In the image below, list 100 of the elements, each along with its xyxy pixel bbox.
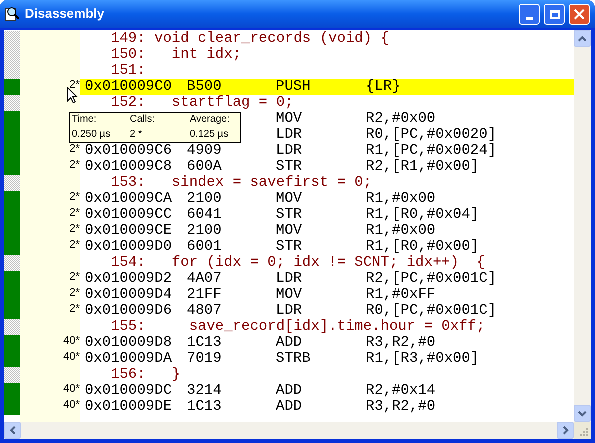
mnemonic: LDR (276, 271, 302, 287)
source-line: 156: } (111, 367, 181, 383)
opcode: 4A07 (187, 271, 222, 287)
operands: R1,#0xFF (366, 287, 436, 303)
scroll-left-button[interactable] (4, 422, 21, 439)
mnemonic: ADD (276, 335, 302, 351)
mnemonic: ADD (276, 383, 302, 399)
execution-count: 40* (63, 351, 80, 363)
minimize-button[interactable] (519, 4, 540, 24)
scroll-down-button[interactable] (574, 405, 591, 422)
execution-count: 2* (70, 223, 80, 235)
source-line: 154: for (idx = 0; idx != SCNT; idx++) { (111, 255, 486, 271)
scroll-up-button[interactable] (574, 30, 591, 47)
close-button[interactable] (569, 4, 590, 24)
coverage-bar (4, 239, 20, 255)
coverage-bar (4, 159, 20, 175)
operands: R3,R2,#0 (366, 335, 436, 351)
tooltip-value: 0.125 µs (190, 128, 230, 142)
mnemonic: ADD (276, 399, 302, 415)
execution-count: 2* (70, 239, 80, 251)
execution-count: 2* (70, 207, 80, 219)
operands: R3,R2,#0 (366, 399, 436, 415)
mnemonic: MOV (276, 111, 302, 127)
execution-count: 40* (63, 335, 80, 347)
tooltip-label: Calls: (130, 113, 156, 127)
operands: R0,[PC,#0x0020] (366, 127, 497, 143)
scroll-right-button[interactable] (557, 422, 574, 439)
operands: R1,[R3,#0x00] (366, 351, 480, 367)
address: 0x010009DA (85, 351, 172, 367)
opcode: 4909 (187, 143, 222, 159)
address: 0x010009D4 (85, 287, 172, 303)
operands: R1,#0x00 (366, 223, 436, 239)
coverage-bar (4, 191, 20, 207)
mnemonic: STRB (276, 351, 311, 367)
operands: R1,[R0,#0x00] (366, 239, 480, 255)
execution-count: 40* (63, 383, 80, 395)
tooltip-value: 2 * (130, 128, 144, 142)
opcode: 6001 (187, 239, 222, 255)
opcode: B500 (187, 79, 222, 95)
address: 0x010009C6 (85, 143, 172, 159)
address: 0x010009C0 (85, 79, 172, 95)
coverage-gap (4, 319, 20, 335)
window-title: Disassembly (25, 5, 106, 24)
opcode: 2100 (187, 223, 222, 239)
address: 0x010009D6 (85, 303, 172, 319)
opcode: 600A (187, 159, 222, 175)
opcode: 2100 (187, 191, 222, 207)
operands: R2,[R1,#0x00] (366, 159, 480, 175)
operands: R2,#0x00 (366, 111, 436, 127)
coverage-bar (4, 383, 20, 399)
vertical-scrollbar[interactable] (574, 30, 591, 422)
coverage-bar (4, 335, 20, 351)
execution-count: 2* (70, 303, 80, 315)
horizontal-scrollbar[interactable] (4, 422, 574, 439)
opcode: 3214 (187, 383, 222, 399)
opcode: 21FF (187, 287, 222, 303)
caret-up-icon (578, 36, 587, 42)
execution-count: 2* (70, 287, 80, 299)
execution-count: 2* (70, 159, 80, 171)
opcode: 7019 (187, 351, 222, 367)
address: 0x010009DE (85, 399, 172, 415)
coverage-gap (4, 31, 20, 47)
source-line: 151: (111, 63, 146, 79)
coverage-gap (4, 175, 20, 191)
execution-count: 40* (63, 399, 80, 411)
resize-grip-icon[interactable] (579, 427, 589, 437)
address: 0x010009CA (85, 191, 172, 207)
close-icon (574, 8, 585, 20)
coverage-bar (4, 79, 20, 95)
coverage-bar (4, 399, 20, 415)
coverage-gap (4, 367, 20, 383)
execution-count: 2* (70, 271, 80, 283)
caret-right-icon (562, 426, 568, 435)
mnemonic: MOV (276, 191, 302, 207)
address: 0x010009D0 (85, 239, 172, 255)
opcode: 4807 (187, 303, 222, 319)
mnemonic: MOV (276, 223, 302, 239)
coverage-bar (4, 303, 20, 319)
source-line: 150: int idx; (111, 47, 242, 63)
mnemonic: LDR (276, 127, 302, 143)
mnemonic: LDR (276, 303, 302, 319)
mnemonic: MOV (276, 287, 302, 303)
operands: R1,[PC,#0x0024] (366, 143, 497, 159)
mnemonic: PUSH (276, 79, 311, 95)
address: 0x010009D8 (85, 335, 172, 351)
opcode: 6041 (187, 207, 222, 223)
coverage-bar (4, 271, 20, 287)
tooltip-label: Average: (190, 113, 231, 127)
address: 0x010009C8 (85, 159, 172, 175)
opcode: 1C13 (187, 399, 222, 415)
coverage-gap (4, 255, 20, 271)
execution-count: 2* (70, 79, 80, 91)
address: 0x010009D2 (85, 271, 172, 287)
coverage-bar (4, 111, 20, 127)
coverage-gap (4, 47, 20, 63)
mouse-pointer-icon (67, 87, 78, 104)
maximize-button[interactable] (544, 4, 565, 24)
operands: R1,#0x00 (366, 191, 436, 207)
address: 0x010009CE (85, 223, 172, 239)
operands: R2,[PC,#0x001C] (366, 271, 497, 287)
